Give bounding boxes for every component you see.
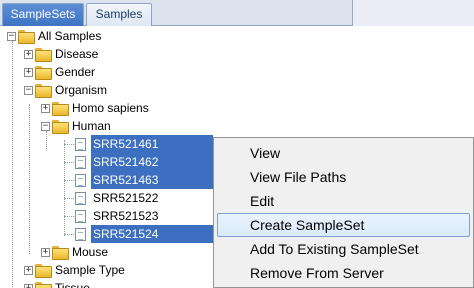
menu-item-view[interactable]: View [217,141,470,165]
tree-node-sample-type[interactable]: + Sample Type [24,261,127,279]
sample-label: SRR521461 [93,137,159,151]
tree-connector [64,140,65,236]
tree-connector [64,198,74,199]
folder-icon [35,282,52,288]
menu-item-edit[interactable]: Edit [217,189,470,213]
tab-strip: SampleSets Samples [0,0,352,26]
tree-node-mouse[interactable]: + Mouse [41,243,110,261]
document-icon [75,137,86,151]
tree-node-label: Tissue [55,281,90,288]
tree-connector [64,216,74,217]
expand-toggle-icon[interactable]: + [24,265,33,275]
folder-icon [35,84,52,98]
expand-toggle-icon[interactable]: + [41,103,50,113]
tree-node-label: All Samples [38,29,102,43]
expand-toggle-icon[interactable]: + [41,247,50,257]
tree-node-disease[interactable]: + Disease [24,45,100,63]
expand-toggle-icon[interactable]: + [24,49,33,59]
document-icon [75,209,86,223]
document-icon [75,227,86,241]
folder-icon [35,66,52,80]
menu-item-remove-from-server[interactable]: Remove From Server [217,261,470,285]
sample-label: SRR521523 [93,209,159,223]
expand-toggle-icon[interactable]: + [24,283,33,288]
sample-item[interactable]: SRR521524 [75,225,160,243]
sample-label: SRR521522 [93,191,159,205]
sample-item[interactable]: SRR521522 [75,189,160,207]
document-icon [75,191,86,205]
tree-node-label: Organism [55,83,108,97]
tree-node-all-samples[interactable]: − All Samples [7,27,103,45]
tree-node-gender[interactable]: + Gender [24,63,97,81]
tree-node-label: Disease [55,47,99,61]
document-icon [75,155,86,169]
expand-toggle-icon[interactable]: + [24,67,33,77]
sample-item[interactable]: SRR521461 [75,135,160,153]
folder-icon [35,264,52,278]
tree-node-organism[interactable]: − Organism [24,81,109,99]
tab-samples[interactable]: Samples [86,3,152,26]
tree-connector [64,144,74,145]
folder-icon [52,120,69,134]
sample-item[interactable]: SRR521463 [75,171,160,189]
sample-label: SRR521524 [93,227,159,241]
tree-node-label: Mouse [72,245,109,259]
tree-connector [64,162,74,163]
sample-item[interactable]: SRR521462 [75,153,160,171]
tree-node-human[interactable]: − Human [41,117,113,135]
tree-connector [12,41,13,288]
tree-node-label: Human [72,119,111,133]
tree-connector [64,234,74,235]
tab-samplesets[interactable]: SampleSets [2,3,84,26]
sample-item[interactable]: SRR521523 [75,207,160,225]
document-icon [75,173,86,187]
tree-connector [64,180,74,181]
folder-icon [18,30,35,44]
tree-node-label: Homo sapiens [72,101,149,115]
folder-icon [52,102,69,116]
tree-node-label: Sample Type [55,263,125,277]
tree-connector [29,104,30,254]
folder-icon [35,48,52,62]
tree-node-homo-sapiens[interactable]: + Homo sapiens [41,99,151,117]
sample-label: SRR521463 [93,173,159,187]
collapse-toggle-icon[interactable]: − [24,85,33,95]
collapse-toggle-icon[interactable]: − [41,121,50,131]
tree-node-tissue[interactable]: + Tissue [24,279,92,288]
sample-label: SRR521462 [93,155,159,169]
menu-item-add-to-existing-sampleset[interactable]: Add To Existing SampleSet [217,237,470,261]
tree-node-label: Gender [55,65,96,79]
menu-item-view-file-paths[interactable]: View File Paths [217,165,470,189]
context-menu: View View File Paths Edit Create SampleS… [213,137,474,288]
menu-item-create-sampleset[interactable]: Create SampleSet [217,213,470,237]
folder-icon [52,246,69,260]
panel-edge [352,0,474,26]
collapse-toggle-icon[interactable]: − [7,31,16,41]
